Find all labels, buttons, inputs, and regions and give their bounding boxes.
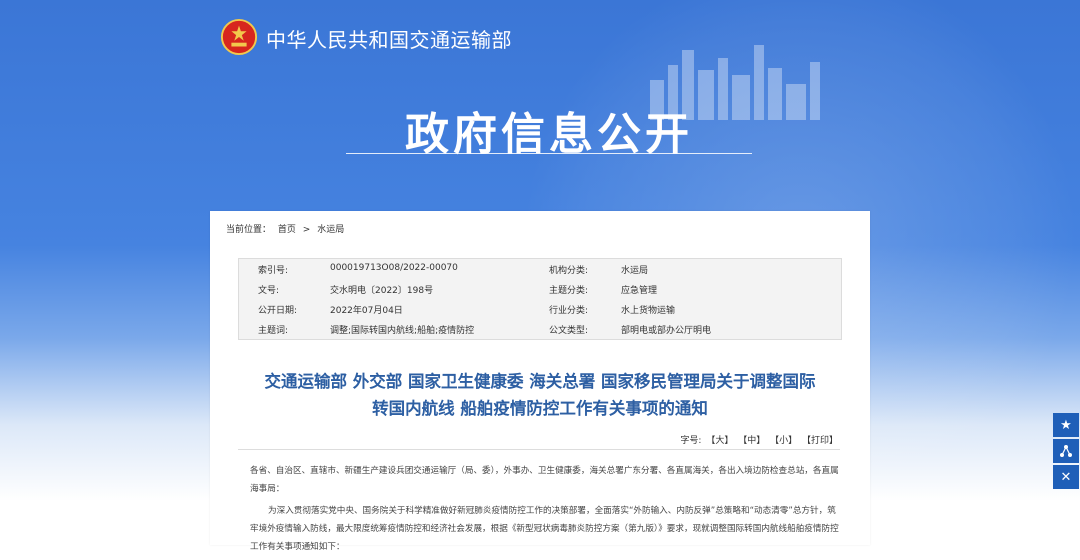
breadcrumb-label: 当前位置： — [226, 225, 272, 235]
metadata-row: 文号: 交水明电〔2022〕198号 主题分类: 应急管理 — [239, 279, 841, 299]
meta-value: 调整;国际转国内航线;船舶;疫情防控 — [330, 326, 475, 336]
document-title: 交通运输部 外交部 国家卫生健康委 海关总署 国家移民管理局关于调整国际 转国内… — [230, 368, 850, 422]
content-panel: 当前位置： 首页 > 水运局 索引号: 000019713O08/2022-00… — [210, 211, 870, 552]
font-large-button[interactable]: 【大】 — [706, 436, 733, 446]
meta-value: 应急管理 — [621, 286, 658, 296]
breadcrumb-home[interactable]: 首页 — [278, 225, 296, 235]
breadcrumb: 当前位置： 首页 > 水运局 — [226, 222, 348, 235]
metadata-row: 公开日期: 2022年07月04日 行业分类: 水上货物运输 — [239, 299, 841, 319]
meta-key: 公开日期: — [258, 306, 298, 316]
font-size-label: 字号: — [680, 436, 702, 446]
meta-value: 2022年07月04日 — [330, 306, 403, 316]
favorite-button[interactable]: ★ — [1053, 413, 1079, 437]
font-size-toolbar: 字号: 【大】 【中】 【小】 【打印】 — [678, 433, 838, 446]
metadata-table: 索引号: 000019713O08/2022-00070 机构分类: 水运局 文… — [238, 258, 842, 340]
meta-key: 主题分类: — [549, 286, 589, 296]
meta-key: 公文类型: — [549, 326, 589, 336]
meta-key: 文号: — [258, 286, 280, 296]
breadcrumb-current[interactable]: 水运局 — [317, 225, 344, 235]
meta-key: 主题词: — [258, 326, 289, 336]
banner-divider — [346, 153, 752, 154]
meta-key: 机构分类: — [549, 266, 589, 276]
metadata-row: 主题词: 调整;国际转国内航线;船舶;疫情防控 公文类型: 部明电或部办公厅明电 — [239, 319, 841, 339]
meta-value: 水上货物运输 — [621, 306, 676, 316]
meta-value: 000019713O08/2022-00070 — [330, 263, 458, 273]
body-paragraph: 为深入贯彻落实党中央、国务院关于科学精准做好新冠肺炎疫情防控工作的决策部署，全面… — [250, 506, 839, 552]
metadata-row: 索引号: 000019713O08/2022-00070 机构分类: 水运局 — [239, 259, 841, 279]
meta-value: 交水明电〔2022〕198号 — [330, 286, 434, 296]
meta-value: 水运局 — [621, 266, 649, 276]
font-medium-button[interactable]: 【中】 — [738, 436, 765, 446]
breadcrumb-separator: > — [302, 225, 311, 235]
meta-key: 索引号: — [258, 266, 289, 276]
document-title-line: 交通运输部 外交部 国家卫生健康委 海关总署 国家移民管理局关于调整国际 — [264, 372, 816, 391]
national-emblem-icon — [220, 18, 258, 56]
meta-key: 行业分类: — [549, 306, 589, 316]
font-small-button[interactable]: 【小】 — [770, 436, 797, 446]
body-paragraph: 各省、自治区、直辖市、新疆生产建设兵团交通运输厅（局、委），外事办、卫生健康委，… — [250, 466, 839, 494]
site-name[interactable]: 中华人民共和国交通运输部 — [266, 24, 512, 53]
meta-value: 部明电或部办公厅明电 — [621, 326, 712, 336]
star-icon: ★ — [1060, 417, 1072, 433]
content-divider — [238, 449, 840, 450]
close-icon: ✕ — [1060, 469, 1072, 485]
close-button[interactable]: ✕ — [1053, 465, 1079, 489]
side-toolbar: ★ ✕ — [1053, 413, 1079, 491]
print-button[interactable]: 【打印】 — [802, 436, 838, 446]
document-body: 各省、自治区、直辖市、新疆生产建设兵团交通运输厅（局、委），外事办、卫生健康委，… — [250, 462, 840, 560]
share-icon — [1060, 445, 1072, 457]
share-button[interactable] — [1053, 439, 1079, 463]
document-title-line: 转国内航线 船舶疫情防控工作有关事项的通知 — [372, 399, 708, 418]
